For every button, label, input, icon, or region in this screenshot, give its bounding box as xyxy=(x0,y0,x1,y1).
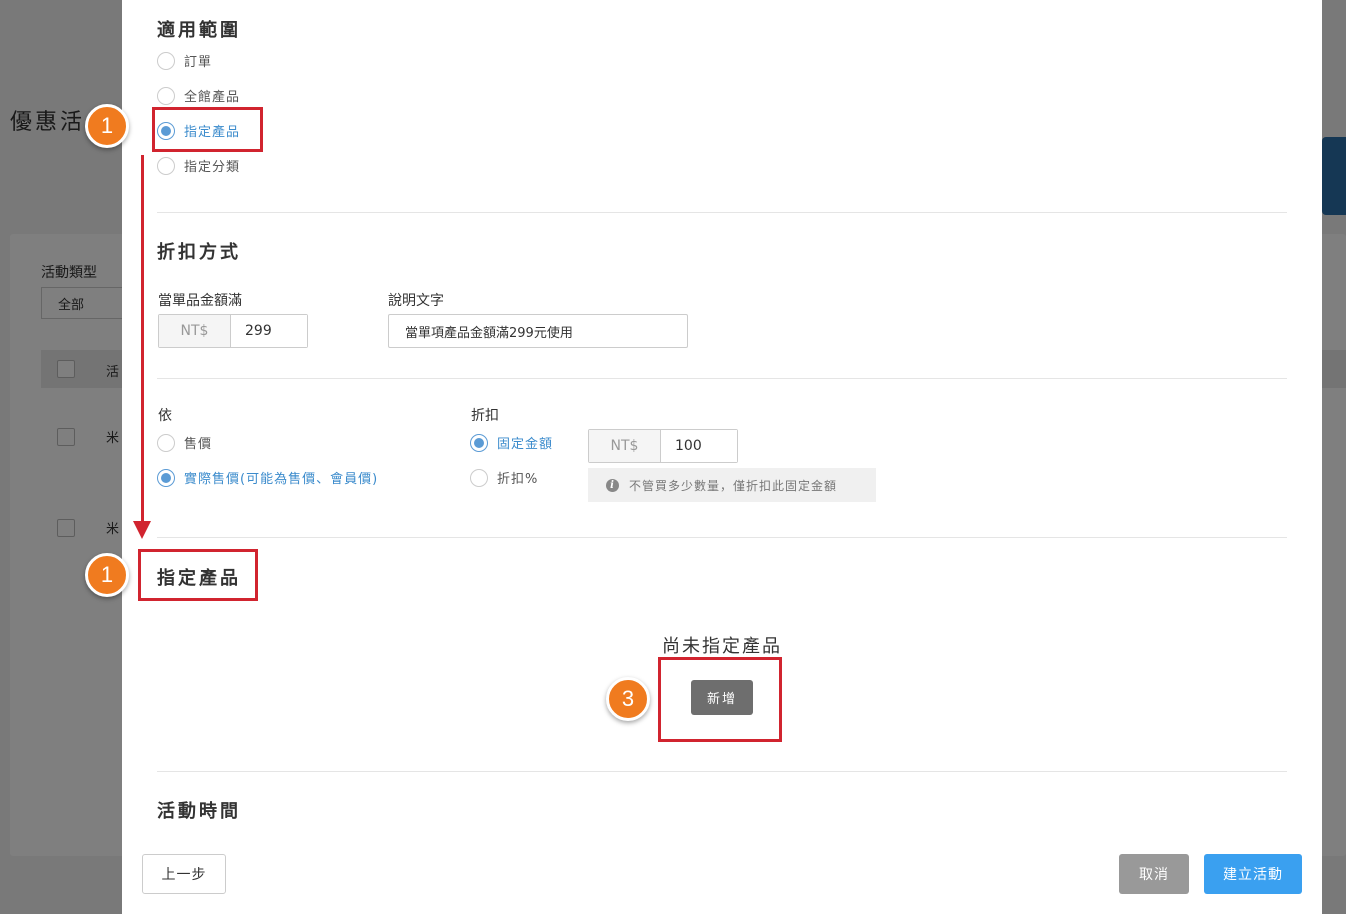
currency-addon: NT$ xyxy=(159,315,231,347)
step-badge: 1 xyxy=(85,553,129,597)
highlight-box xyxy=(658,657,782,742)
radio-label: 指定分類 xyxy=(184,160,241,175)
description-input[interactable]: 當單項產品金額滿299元使用 xyxy=(388,314,688,348)
radio-label: 售價 xyxy=(184,437,213,452)
create-activity-button[interactable]: 建立活動 xyxy=(1204,854,1302,894)
scope-option-order[interactable]: 訂單 xyxy=(157,51,212,70)
discount-label: 折扣 xyxy=(471,408,499,424)
discount-method-title: 折扣方式 xyxy=(157,242,241,263)
discount-amount-input[interactable]: 100 xyxy=(661,430,737,462)
divider xyxy=(157,212,1287,213)
radio-checked-icon[interactable] xyxy=(157,468,175,487)
divider xyxy=(157,537,1287,538)
arrow-line xyxy=(141,155,144,523)
radio-icon[interactable] xyxy=(157,86,175,105)
threshold-input[interactable]: 299 xyxy=(231,315,307,347)
step-badge: 1 xyxy=(85,104,129,148)
discount-option-fixed[interactable]: 固定金額 xyxy=(470,433,553,452)
step-badge: 3 xyxy=(606,677,650,721)
threshold-input-group: NT$ 299 xyxy=(158,314,308,348)
info-icon: i xyxy=(606,478,619,492)
radio-checked-icon[interactable] xyxy=(470,433,488,452)
arrow-head-icon xyxy=(133,521,151,539)
basis-label: 依 xyxy=(158,408,172,424)
discount-amount-input-group: NT$ 100 xyxy=(588,429,738,463)
radio-icon[interactable] xyxy=(157,156,175,175)
scope-title: 適用範圍 xyxy=(157,20,241,41)
threshold-label: 當單品金額滿 xyxy=(158,293,242,309)
radio-label: 全館產品 xyxy=(184,90,241,105)
description-label: 說明文字 xyxy=(388,293,444,309)
currency-addon: NT$ xyxy=(589,430,661,462)
radio-label: 固定金額 xyxy=(497,437,554,452)
radio-label: 訂單 xyxy=(184,55,213,70)
discount-hint: i 不管買多少數量，僅折扣此固定金額 xyxy=(588,468,876,502)
basis-option-price[interactable]: 售價 xyxy=(157,433,212,452)
divider xyxy=(157,771,1287,772)
cancel-button[interactable]: 取消 xyxy=(1119,854,1189,894)
radio-label: 實際售價(可能為售價、會員價) xyxy=(184,472,379,487)
divider xyxy=(157,378,1287,379)
scope-option-specific-category[interactable]: 指定分類 xyxy=(157,156,240,175)
create-activity-modal: 適用範圍 訂單 全館產品 指定產品 指定分類 折扣方式 當單品金額滿 NT$ 2… xyxy=(122,0,1322,914)
radio-label: 折扣% xyxy=(497,472,539,487)
scope-option-all-products[interactable]: 全館產品 xyxy=(157,86,240,105)
discount-option-percent[interactable]: 折扣% xyxy=(470,468,538,487)
highlight-box xyxy=(152,107,263,152)
radio-icon[interactable] xyxy=(470,468,488,487)
highlight-box xyxy=(138,549,258,601)
hint-text: 不管買多少數量，僅折扣此固定金額 xyxy=(629,478,838,493)
basis-option-actual-price[interactable]: 實際售價(可能為售價、會員價) xyxy=(157,468,378,487)
no-products-text: 尚未指定產品 xyxy=(662,636,782,657)
activity-time-title: 活動時間 xyxy=(157,801,241,822)
prev-step-button[interactable]: 上一步 xyxy=(142,854,226,894)
radio-icon[interactable] xyxy=(157,51,175,70)
radio-icon[interactable] xyxy=(157,433,175,452)
